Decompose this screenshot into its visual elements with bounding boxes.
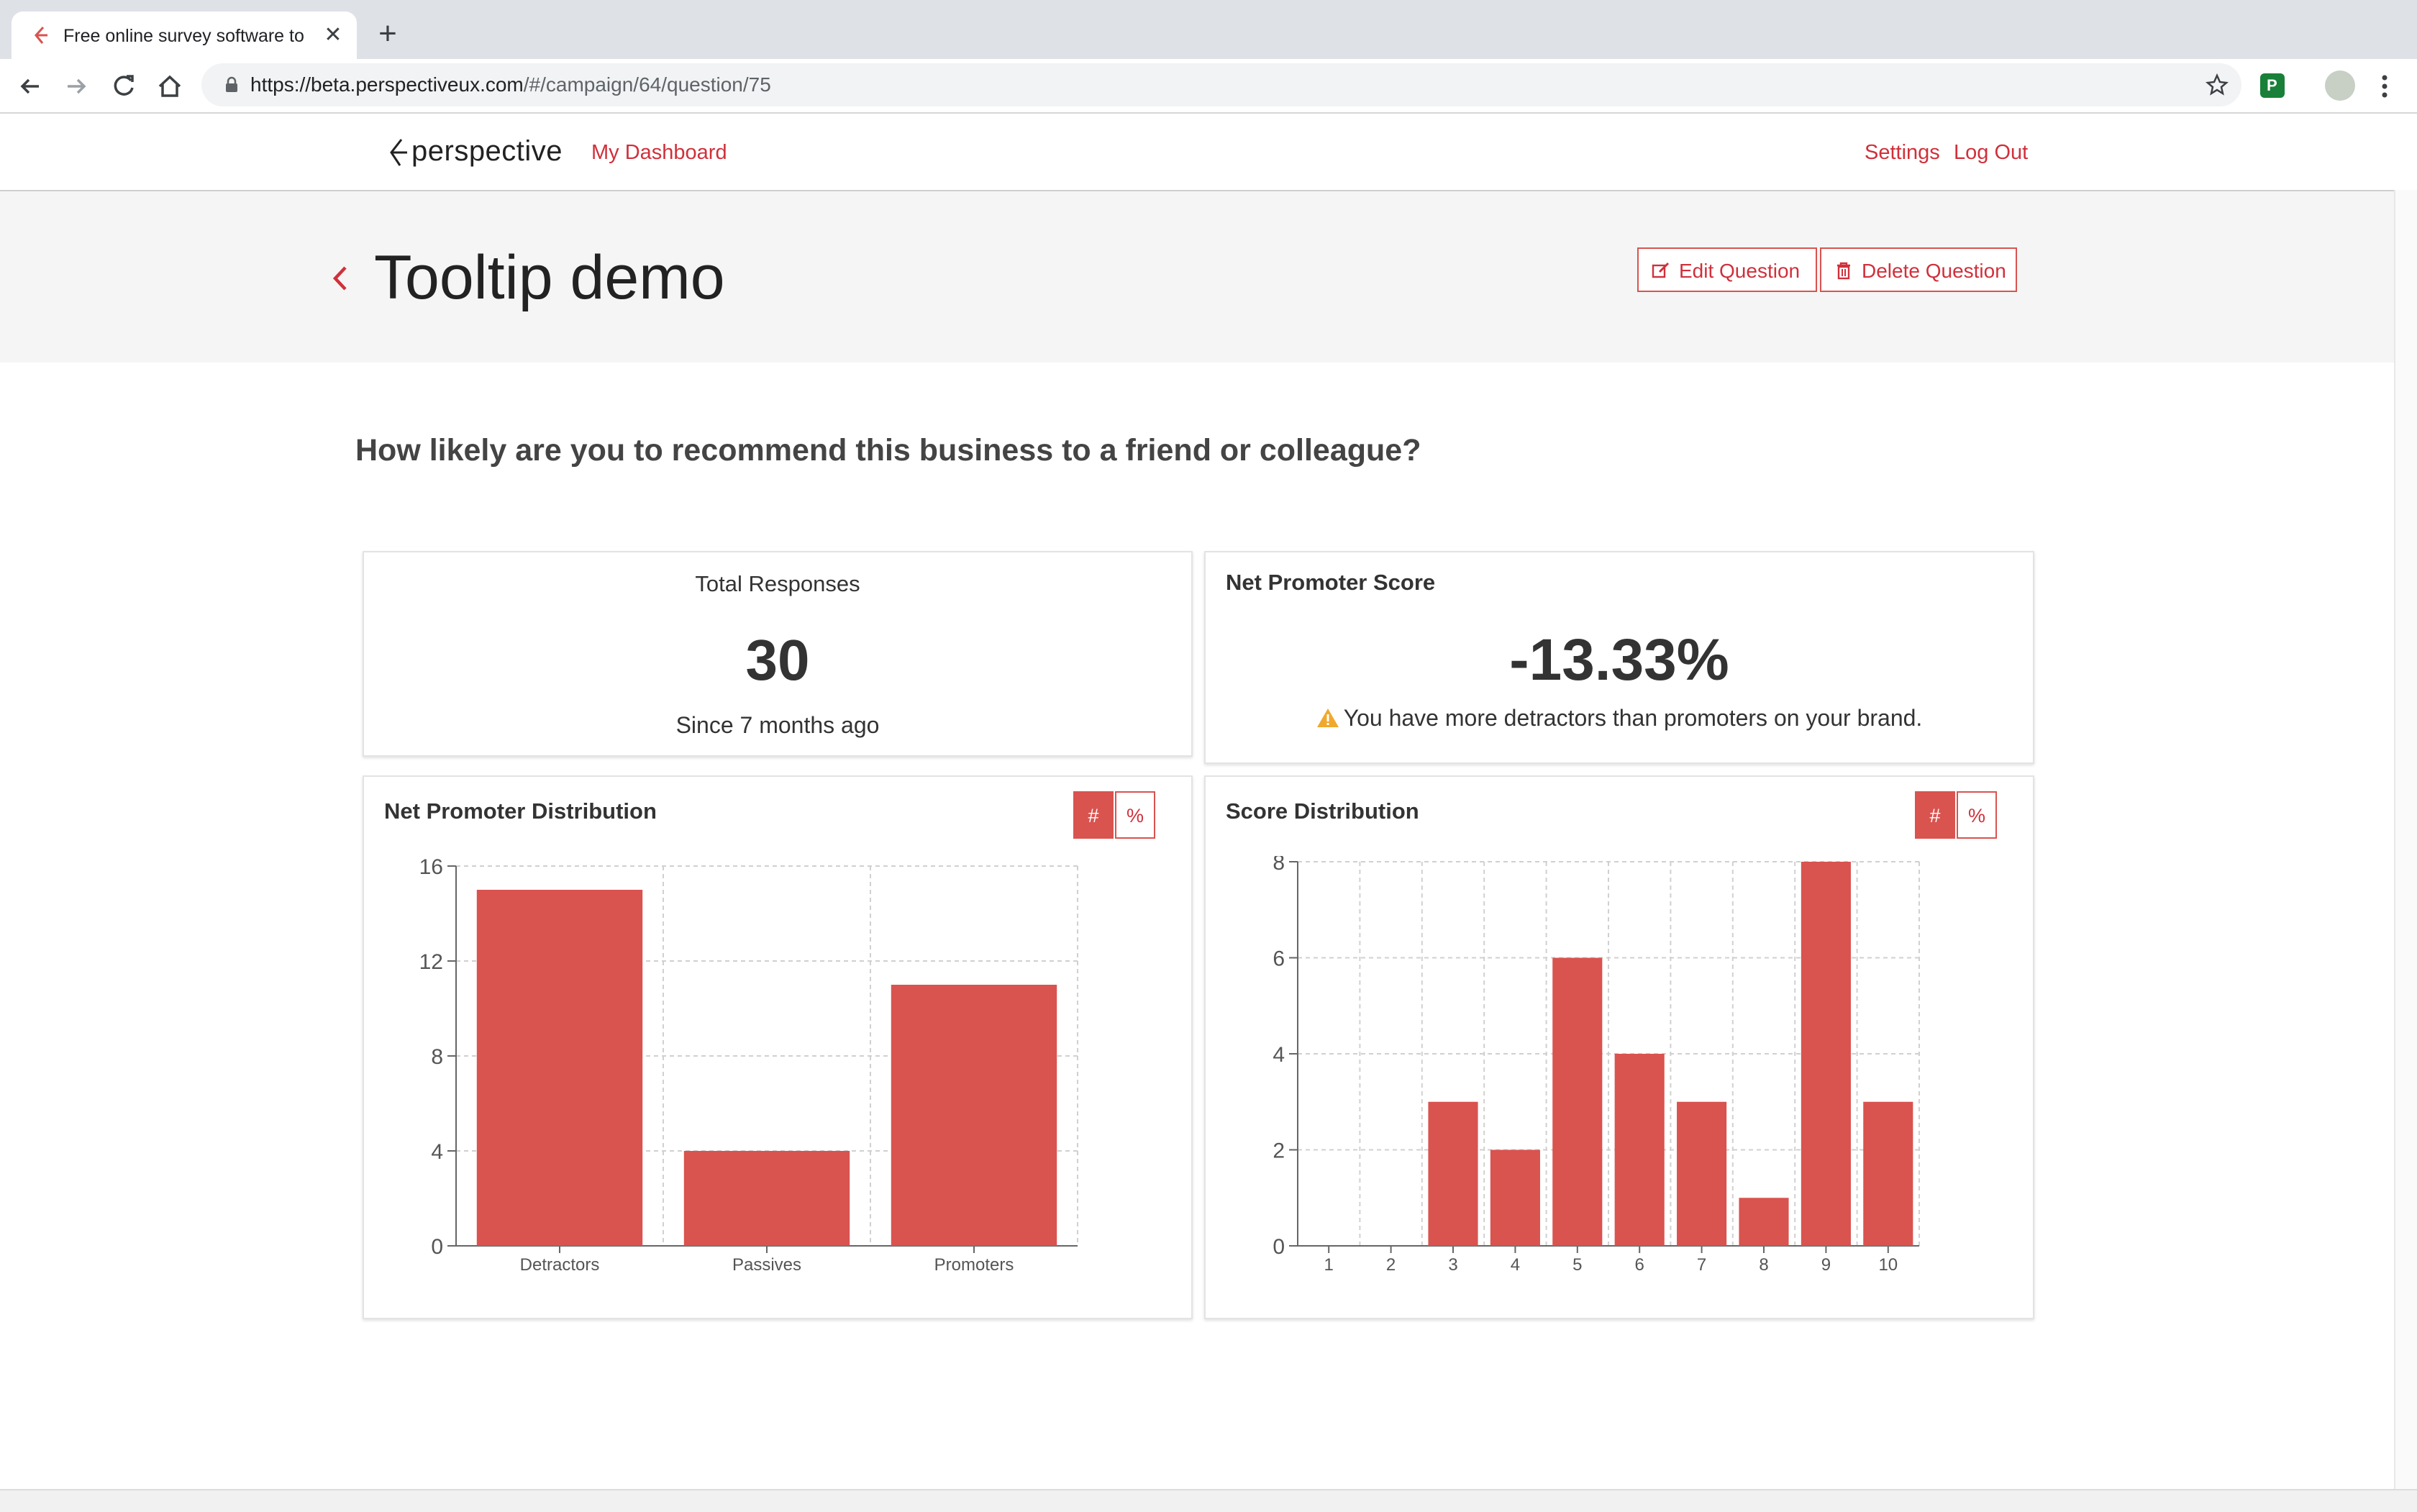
total-responses-value: 30	[745, 628, 810, 692]
url-text: https://beta.perspectiveux.com/#/campaig…	[250, 73, 771, 96]
y-tick-label: 4	[431, 1140, 443, 1164]
score-distribution-card: Score Distribution # % 0 2 4 6 8 1 2 3 4 5 6 7 8 9 10	[1204, 775, 2034, 1319]
home-icon[interactable]	[154, 70, 186, 102]
perspective-favicon-icon	[35, 26, 47, 44]
nps-card: Net Promoter Score -13.33% You have more…	[1204, 551, 2034, 764]
npd-unit-toggle: # %	[1073, 791, 1158, 839]
my-dashboard-link[interactable]: My Dashboard	[591, 140, 727, 165]
bottom-status-bar	[0, 1489, 2417, 1512]
y-tick-label: 16	[419, 856, 443, 879]
edit-question-button[interactable]: Edit Question	[1637, 247, 1817, 292]
perspective-logo-icon	[390, 139, 407, 166]
score-chart: 0 2 4 6 8 1 2 3 4 5 6 7 8 9 10	[1273, 856, 1920, 1275]
page-title: Tooltip demo	[374, 243, 725, 312]
bar	[891, 985, 1057, 1246]
address-bar[interactable]: https://beta.perspectiveux.com/#/campaig…	[201, 63, 2241, 106]
x-tick-label: 9	[1821, 1255, 1831, 1275]
x-tick-label: Promoters	[934, 1255, 1014, 1275]
edit-question-label: Edit Question	[1679, 260, 1801, 282]
npd-title: Net Promoter Distribution	[384, 798, 657, 824]
browser-tab-bar: Free online survey software to ✕ +	[0, 0, 2417, 59]
bar	[1552, 957, 1603, 1246]
bookmark-star-icon[interactable]	[2204, 72, 2230, 98]
total-responses-card: Total Responses 30 Since 7 months ago	[363, 551, 1193, 757]
app-header: perspective My Dashboard Settings Log Ou…	[0, 114, 2394, 191]
score-count-toggle[interactable]: #	[1915, 791, 1955, 839]
delete-question-button[interactable]: Delete Question	[1820, 247, 2017, 292]
x-tick-label: 10	[1878, 1255, 1898, 1275]
nps-warning-text: You have more detractors than promoters …	[1343, 705, 1923, 731]
bar	[1739, 1198, 1789, 1246]
y-tick-label: 8	[431, 1045, 443, 1069]
back-chevron-icon[interactable]	[329, 262, 351, 295]
y-tick-label: 0	[1273, 1235, 1285, 1259]
bar	[1428, 1101, 1478, 1246]
bar	[1614, 1054, 1665, 1246]
x-tick-label: Detractors	[520, 1255, 600, 1275]
question-text: How likely are you to recommend this bus…	[355, 433, 1421, 468]
y-tick-label: 8	[1273, 856, 1285, 875]
bar	[1801, 862, 1851, 1246]
forward-arrow-icon[interactable]	[60, 70, 92, 102]
nps-value: -13.33%	[1509, 627, 1729, 693]
x-tick-label: 4	[1511, 1255, 1520, 1275]
x-tick-label: 3	[1448, 1255, 1457, 1275]
total-responses-label: Total Responses	[695, 571, 860, 596]
nps-title: Net Promoter Score	[1226, 570, 1436, 595]
logout-link[interactable]: Log Out	[1954, 140, 2028, 165]
x-tick-label: 1	[1324, 1255, 1334, 1275]
x-tick-label: 6	[1635, 1255, 1644, 1275]
bar	[1677, 1101, 1727, 1246]
bar	[1863, 1101, 1913, 1246]
y-tick-label: 0	[431, 1235, 443, 1259]
x-tick-label: 7	[1697, 1255, 1706, 1275]
net-promoter-distribution-card: Net Promoter Distribution # % 0 4 8 12 16 Det…	[363, 775, 1193, 1319]
page-scrollbar[interactable]	[2394, 190, 2417, 1489]
delete-question-label: Delete Question	[1862, 260, 2006, 282]
total-responses-since: Since 7 months ago	[675, 712, 880, 738]
bar	[683, 1151, 850, 1246]
reload-icon[interactable]	[108, 70, 140, 102]
npd-count-toggle[interactable]: #	[1073, 791, 1114, 839]
y-tick-label: 2	[1273, 1139, 1285, 1163]
edit-icon	[1652, 262, 1670, 278]
profile-avatar[interactable]	[2325, 70, 2355, 101]
extension-icon[interactable]: P	[2260, 73, 2285, 98]
browser-menu-icon[interactable]	[2374, 70, 2395, 102]
page-header: Tooltip demo Edit Question Delete Questi…	[0, 191, 2394, 363]
score-title: Score Distribution	[1226, 798, 1419, 824]
bar	[476, 890, 643, 1246]
x-tick-label: 5	[1572, 1255, 1582, 1275]
bar	[1490, 1149, 1540, 1246]
lock-icon	[226, 76, 237, 92]
npd-percent-toggle[interactable]: %	[1115, 791, 1155, 839]
close-tab-icon[interactable]: ✕	[321, 23, 345, 47]
trash-icon	[1837, 262, 1850, 280]
browser-tab[interactable]: Free online survey software to ✕	[12, 12, 357, 59]
score-unit-toggle: # %	[1915, 791, 2000, 839]
x-tick-label: Passives	[732, 1255, 801, 1275]
new-tab-icon[interactable]: +	[371, 17, 404, 50]
y-tick-label: 4	[1273, 1043, 1285, 1067]
back-arrow-icon[interactable]	[14, 70, 46, 102]
x-tick-label: 2	[1386, 1255, 1396, 1275]
browser-toolbar: https://beta.perspectiveux.com/#/campaig…	[0, 59, 2417, 114]
browser-tab-title: Free online survey software to	[63, 26, 304, 46]
x-tick-label: 8	[1759, 1255, 1768, 1275]
y-tick-label: 12	[419, 950, 443, 974]
npd-chart: 0 4 8 12 16 Detractors Passives Promoters	[419, 856, 1078, 1275]
settings-link[interactable]: Settings	[1865, 140, 1940, 165]
nps-warning: You have more detractors than promoters …	[1206, 703, 2033, 732]
y-tick-label: 6	[1273, 947, 1285, 971]
logo-text: perspective	[411, 135, 563, 167]
score-percent-toggle[interactable]: %	[1957, 791, 1997, 839]
warning-icon	[1316, 709, 1339, 727]
